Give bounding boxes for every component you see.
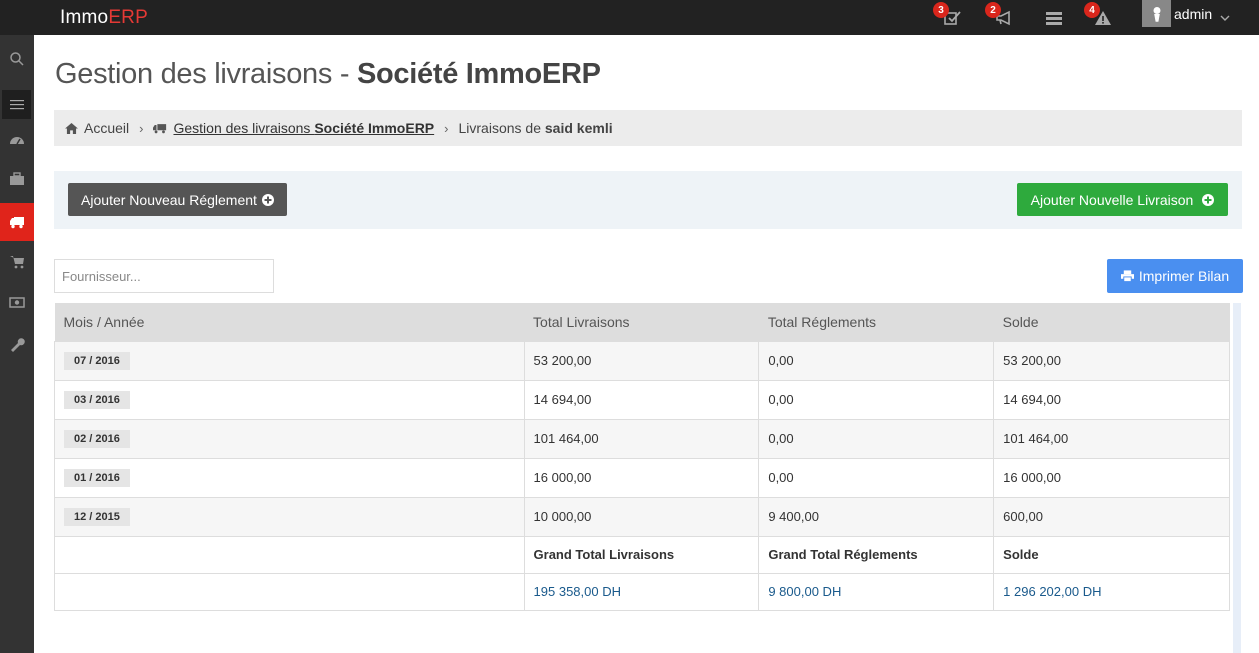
cell-deliveries: 10 000,00 xyxy=(523,496,760,537)
truck-icon[interactable] xyxy=(0,203,34,241)
supplier-filter-input[interactable] xyxy=(54,259,274,293)
print-report-button[interactable]: Imprimer Bilan xyxy=(1107,259,1243,293)
header-total-deliveries[interactable]: Total Livraisons xyxy=(524,303,759,341)
cell-balance: 16 000,00 xyxy=(993,457,1230,498)
period-label[interactable]: 01 / 2016 xyxy=(64,468,130,487)
cell-deliveries: 16 000,00 xyxy=(523,457,760,498)
app-logo[interactable]: ImmoERP xyxy=(60,7,148,29)
page-title: Gestion des livraisons - Société ImmoERP xyxy=(55,58,601,90)
table-row: 01 / 2016 16 000,00 0,00 16 000,00 xyxy=(54,457,1230,498)
cell-balance: 14 694,00 xyxy=(993,379,1230,420)
truck-icon xyxy=(153,123,167,134)
tasks-badge: 3 xyxy=(933,2,949,18)
sidebar xyxy=(0,35,34,653)
grand-total-deliveries-label: Grand Total Livraisons xyxy=(523,535,760,574)
totals-value-row: 195 358,00 DH 9 800,00 DH 1 296 202,00 D… xyxy=(54,572,1230,611)
plus-circle-icon xyxy=(261,193,274,206)
table-row: 07 / 2016 53 200,00 0,00 53 200,00 xyxy=(54,340,1230,381)
warning-icon[interactable]: 4 xyxy=(1084,2,1114,28)
bullhorn-icon[interactable]: 2 xyxy=(985,2,1015,28)
breadcrumb-section-link[interactable]: Gestion des livraisons Société ImmoERP xyxy=(173,120,434,136)
top-navbar: ImmoERP 3 2 4 admin xyxy=(0,0,1259,35)
period-label[interactable]: 02 / 2016 xyxy=(64,429,130,448)
grand-total-deliveries-value: 195 358,00 DH xyxy=(523,572,760,611)
search-icon[interactable] xyxy=(0,40,34,78)
add-delivery-button[interactable]: Ajouter Nouvelle Livraison xyxy=(1017,183,1228,216)
header-period[interactable]: Mois / Année xyxy=(54,303,525,341)
wrench-icon[interactable] xyxy=(0,325,34,363)
totals-empty-cell xyxy=(54,572,525,611)
tasks-icon[interactable]: 3 xyxy=(933,2,963,28)
breadcrumb-current: Livraisons de said kemli xyxy=(458,120,613,136)
alerts-badge: 4 xyxy=(1084,2,1100,18)
cell-payments: 0,00 xyxy=(758,457,995,498)
vertical-scrollbar[interactable] xyxy=(1233,303,1241,653)
cell-deliveries: 14 694,00 xyxy=(523,379,760,420)
chevron-down-icon[interactable] xyxy=(1220,8,1230,26)
table-row: 02 / 2016 101 464,00 0,00 101 464,00 xyxy=(54,418,1230,459)
user-menu[interactable]: admin xyxy=(1174,6,1212,22)
menu-toggle-icon[interactable] xyxy=(2,90,31,119)
cell-balance: 53 200,00 xyxy=(993,340,1230,381)
dashboard-icon[interactable] xyxy=(0,121,34,159)
cell-payments: 0,00 xyxy=(758,340,995,381)
grand-total-payments-label: Grand Total Réglements xyxy=(758,535,995,574)
cell-payments: 0,00 xyxy=(758,379,995,420)
table-row: 03 / 2016 14 694,00 0,00 14 694,00 xyxy=(54,379,1230,420)
shopping-cart-icon[interactable] xyxy=(0,243,34,281)
user-avatar[interactable] xyxy=(1142,0,1171,27)
breadcrumb-home[interactable]: Accueil xyxy=(84,120,129,136)
plus-circle-icon xyxy=(1202,193,1215,206)
list-icon[interactable] xyxy=(1043,8,1065,28)
header-balance[interactable]: Solde xyxy=(993,303,1230,341)
breadcrumb: Accueil › Gestion des livraisons Société… xyxy=(54,110,1242,146)
grand-total-balance-value: 1 296 202,00 DH xyxy=(993,572,1230,611)
totals-empty-cell xyxy=(54,535,525,574)
grand-total-balance-label: Solde xyxy=(993,535,1230,574)
print-icon xyxy=(1120,270,1134,282)
breadcrumb-separator-icon: › xyxy=(139,120,144,136)
cell-balance: 101 464,00 xyxy=(993,418,1230,459)
cell-payments: 9 400,00 xyxy=(758,496,995,537)
totals-header-row: Grand Total Livraisons Grand Total Régle… xyxy=(54,535,1230,574)
grand-total-payments-value: 9 800,00 DH xyxy=(758,572,995,611)
header-total-payments[interactable]: Total Réglements xyxy=(758,303,994,341)
period-label[interactable]: 12 / 2015 xyxy=(64,507,130,526)
table-header-row: Mois / Année Total Livraisons Total Régl… xyxy=(54,303,1230,341)
action-panel: Ajouter Nouveau Réglement Ajouter Nouvel… xyxy=(54,171,1242,229)
cell-deliveries: 53 200,00 xyxy=(523,340,760,381)
add-payment-button[interactable]: Ajouter Nouveau Réglement xyxy=(68,183,287,216)
announcements-badge: 2 xyxy=(985,2,1001,18)
period-label[interactable]: 07 / 2016 xyxy=(64,351,130,370)
cell-balance: 600,00 xyxy=(993,496,1230,537)
money-icon[interactable] xyxy=(0,283,34,321)
briefcase-icon[interactable] xyxy=(0,160,34,198)
period-label[interactable]: 03 / 2016 xyxy=(64,390,130,409)
breadcrumb-separator-icon: › xyxy=(444,120,449,136)
cell-deliveries: 101 464,00 xyxy=(523,418,760,459)
cell-payments: 0,00 xyxy=(758,418,995,459)
home-icon xyxy=(65,122,78,134)
deliveries-table: Mois / Année Total Livraisons Total Régl… xyxy=(54,303,1230,611)
table-row: 12 / 2015 10 000,00 9 400,00 600,00 xyxy=(54,496,1230,537)
